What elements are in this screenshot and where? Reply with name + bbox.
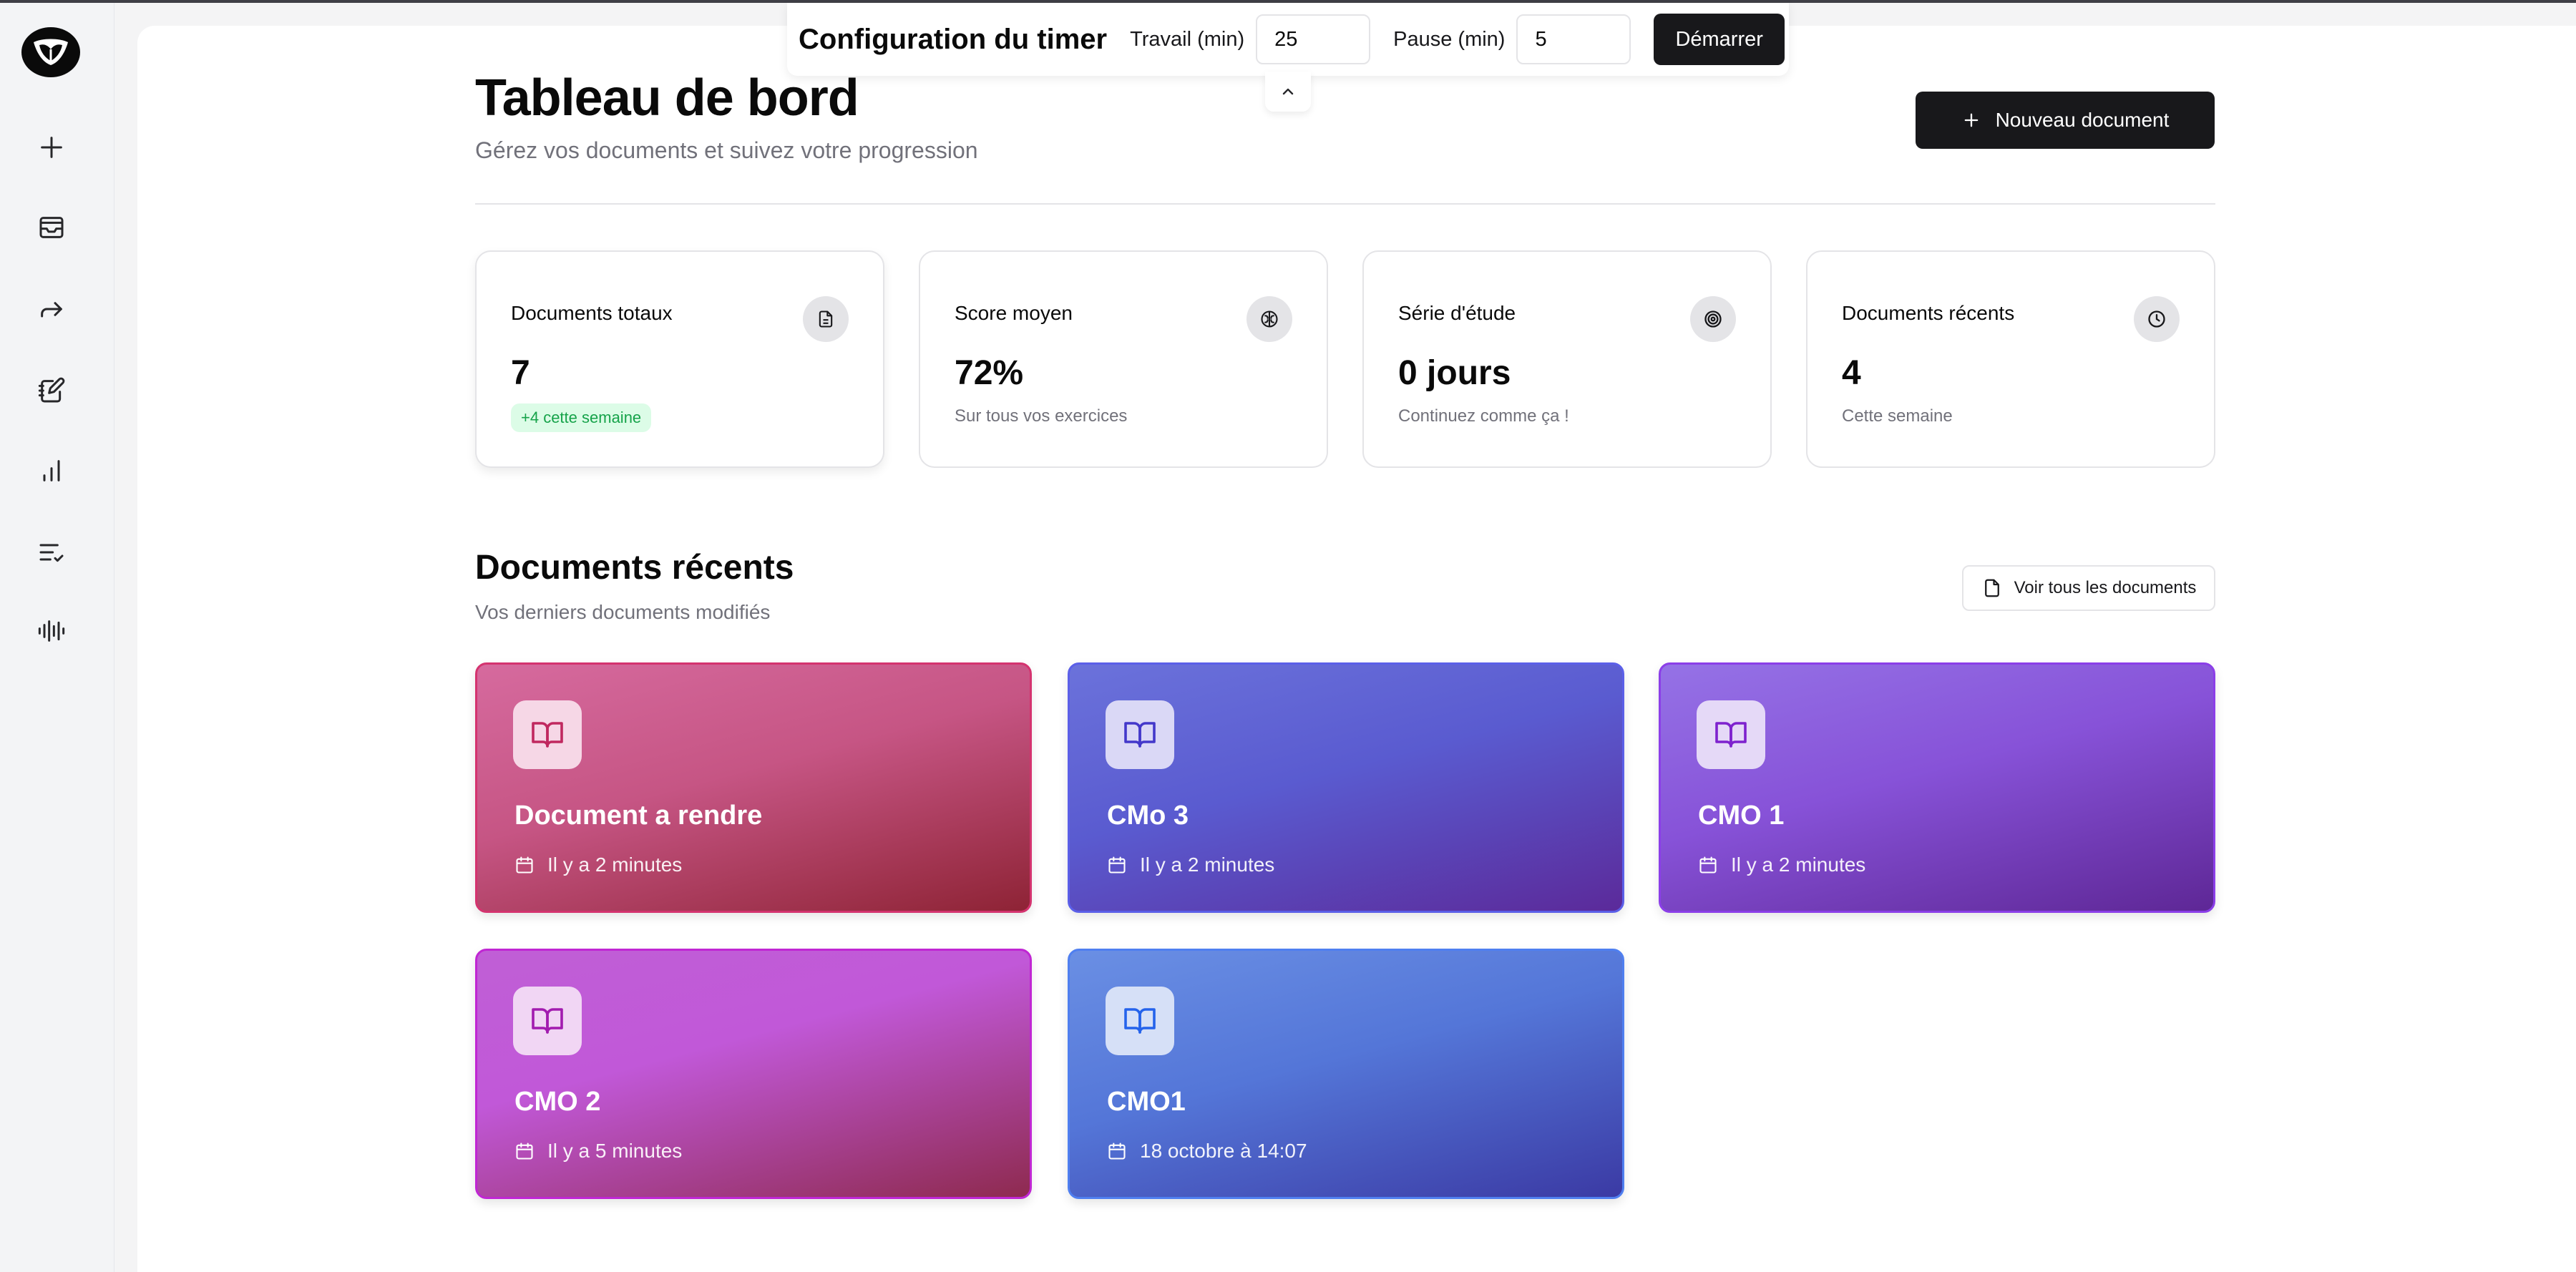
calendar-icon [1108,856,1126,874]
open-book-icon [1124,1008,1156,1034]
sidebar [0,3,114,1272]
document-icon-badge [1697,700,1765,769]
stat-title: Documents récents [1842,302,2015,324]
list-check-icon [39,544,64,562]
document-date: Il y a 2 minutes [514,853,682,876]
sidebar-item-share[interactable] [31,289,72,329]
document-icon-badge [1106,987,1174,1055]
document-card[interactable]: CMO 1 Il y a 2 minutes [1659,662,2215,913]
clock-icon [2148,310,2165,328]
document-date-label: Il y a 5 minutes [547,1140,683,1162]
chevron-up-icon [1282,88,1294,95]
sidebar-item-audio[interactable] [31,611,72,651]
stat-title: Score moyen [955,302,1073,324]
document-title: CMo 3 [1107,801,1189,831]
document-title: CMO1 [1107,1087,1186,1117]
view-all-documents-button[interactable]: Voir tous les documents [1962,565,2215,611]
stat-icon-badge [2134,296,2180,342]
sidebar-item-new[interactable] [31,127,72,167]
work-label: Travail (min) [1130,27,1245,51]
document-icon-badge [1106,700,1174,769]
document-date: Il y a 5 minutes [514,1140,682,1163]
stat-title: Série d'étude [1398,302,1516,324]
open-book-icon [532,722,563,748]
calendar-icon [516,1143,533,1160]
collapse-timer-button[interactable] [1265,72,1311,112]
open-book-icon [1715,722,1747,748]
page-subtitle: Gérez vos documents et suivez votre prog… [475,137,978,163]
open-book-icon [1124,722,1156,748]
document-date-label: 18 octobre à 14:07 [1140,1140,1307,1162]
file-text-icon [819,310,833,328]
document-date: Il y a 2 minutes [1698,853,1865,876]
bar-chart-icon [43,460,60,481]
page-title: Tableau de bord [475,69,859,127]
document-card[interactable]: CMO 2 Il y a 5 minutes [475,949,1032,1199]
document-card[interactable]: Document a rendre Il y a 2 minutes [475,662,1032,913]
brain-icon [1261,310,1278,328]
start-timer-button[interactable]: Démarrer [1654,14,1785,65]
audio-waveform-icon [38,620,65,642]
stat-value: 0 jours [1398,354,1511,392]
stat-card-average-score: Score moyen 72% Sur tous vos exercices [919,250,1328,468]
document-icon-badge [513,987,582,1055]
stat-weekly-badge: +4 cette semaine [511,403,652,432]
stat-note: Continuez comme ça ! [1398,406,1569,426]
notebook-edit-icon [38,377,65,403]
new-document-label: Nouveau document [1995,109,2170,131]
calendar-icon [1108,1143,1126,1160]
plus-icon [1964,113,1978,127]
sidebar-item-inbox[interactable] [31,207,72,248]
app-logo[interactable] [21,27,80,77]
document-date: Il y a 2 minutes [1107,853,1274,876]
stat-card-total-documents: Documents totaux 7 +4 cette semaine [475,250,884,468]
target-icon [1704,310,1722,328]
forward-arrow-icon [41,302,62,318]
stat-icon-badge [1246,296,1292,342]
recent-documents-subtitle: Vos derniers documents modifiés [475,601,771,623]
stat-note: Sur tous vos exercices [955,406,1128,426]
stat-value: 72% [955,354,1024,392]
work-minutes-input[interactable] [1256,14,1371,64]
stat-value: 7 [511,354,530,392]
document-date-label: Il y a 2 minutes [1731,853,1866,876]
document-icon-badge [513,700,582,769]
stat-card-recent-documents: Documents récents 4 Cette semaine [1806,250,2215,468]
open-book-icon [532,1008,563,1034]
new-document-button[interactable]: Nouveau document [1916,92,2215,149]
pause-minutes-input[interactable] [1516,14,1631,64]
stat-icon-badge [1690,296,1736,342]
stat-note: Cette semaine [1842,406,1953,426]
plus-icon [41,137,62,158]
calendar-icon [1699,856,1717,874]
sidebar-item-stats[interactable] [31,451,72,491]
view-all-label: Voir tous les documents [2014,578,2197,597]
recent-documents-title: Documents récents [475,549,794,587]
stat-title: Documents totaux [511,302,673,324]
document-date-label: Il y a 2 minutes [1140,853,1275,876]
timer-config-bar: Configuration du timer Travail (min) Pau… [787,3,1789,76]
sidebar-item-tasks[interactable] [31,532,72,572]
document-card[interactable]: CMo 3 Il y a 2 minutes [1068,662,1624,913]
header-divider [475,203,2215,205]
owl-logo-icon [34,39,68,65]
stat-card-study-streak: Série d'étude 0 jours Continuez comme ça… [1362,250,1772,468]
stat-icon-badge [803,296,849,342]
stat-value: 4 [1842,354,1861,392]
document-title: CMO 1 [1698,801,1785,831]
document-date-label: Il y a 2 minutes [547,853,683,876]
file-icon [1984,579,1999,597]
sidebar-item-notes[interactable] [31,371,72,411]
inbox-icon [39,217,64,238]
timer-title: Configuration du timer [799,23,1108,55]
calendar-icon [516,856,533,874]
document-card[interactable]: CMO1 18 octobre à 14:07 [1068,949,1624,1199]
document-date: 18 octobre à 14:07 [1107,1140,1307,1163]
document-title: CMO 2 [514,1087,601,1117]
pause-label: Pause (min) [1393,27,1506,51]
document-title: Document a rendre [514,801,763,831]
